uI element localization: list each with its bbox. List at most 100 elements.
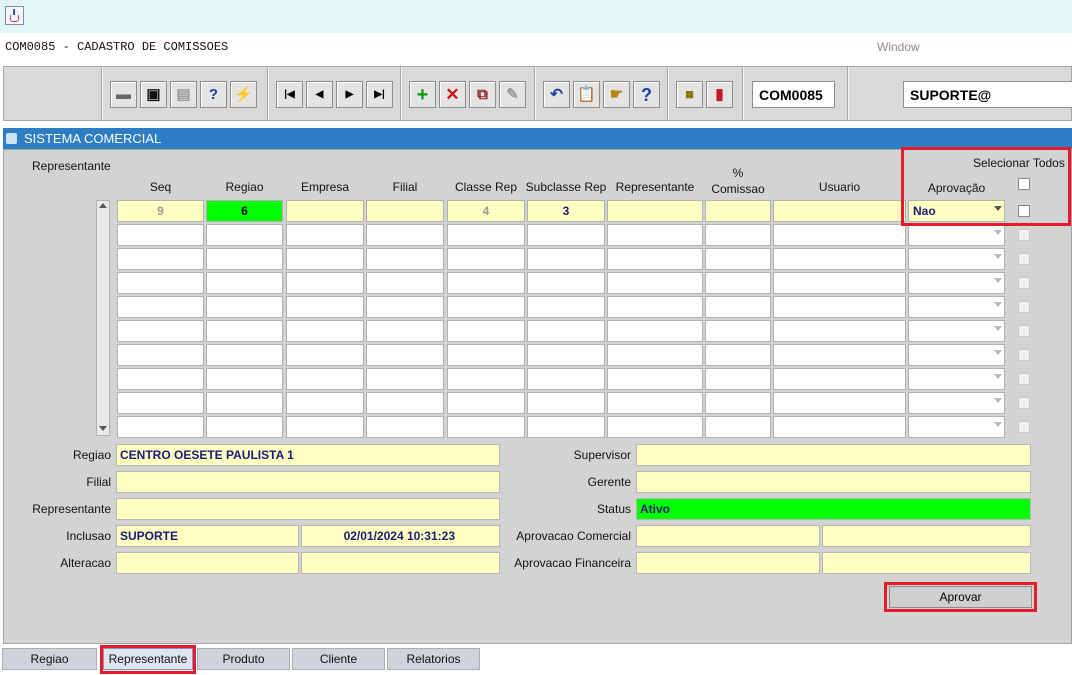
grid-cell-representante[interactable]	[607, 224, 703, 246]
row1-representante[interactable]	[607, 200, 703, 222]
grid-cell-empresa[interactable]	[286, 320, 364, 342]
row1-filial[interactable]	[366, 200, 444, 222]
grid-cell-classe-rep[interactable]	[447, 416, 525, 438]
grid-cell-regiao[interactable]	[206, 272, 283, 294]
grid-cell-regiao[interactable]	[206, 392, 283, 414]
grid-cell-aprovacao-select[interactable]	[908, 296, 1005, 318]
clipboard-button[interactable]: 📋	[573, 81, 600, 108]
grid-cell-filial[interactable]	[366, 320, 444, 342]
grid-cell-empresa[interactable]	[286, 248, 364, 270]
grid-cell-empresa[interactable]	[286, 344, 364, 366]
insert-record-button[interactable]: +	[409, 81, 436, 108]
status-field[interactable]: Ativo	[636, 498, 1031, 520]
grid-cell-empresa[interactable]	[286, 296, 364, 318]
alteracao-user-field[interactable]	[116, 552, 299, 574]
row1-usuario[interactable]	[773, 200, 906, 222]
grid-row-checkbox[interactable]	[1018, 301, 1030, 313]
save-button[interactable]: ▬	[110, 81, 137, 108]
grid-cell-subclasse-rep[interactable]	[527, 416, 605, 438]
aprovacao-comercial-date-field[interactable]	[822, 525, 1031, 547]
grid-cell-empresa[interactable]	[286, 392, 364, 414]
grid-cell-classe-rep[interactable]	[447, 320, 525, 342]
row1-comissao[interactable]	[705, 200, 771, 222]
next-record-button[interactable]: ▶	[336, 81, 363, 108]
alteracao-date-field[interactable]	[301, 552, 500, 574]
grid-cell-comissao[interactable]	[705, 344, 771, 366]
grid-cell-seq[interactable]	[117, 248, 204, 270]
inclusao-date-field[interactable]: 02/01/2024 10:31:23	[301, 525, 500, 547]
exit-button[interactable]: ▮	[706, 81, 733, 108]
grid-cell-usuario[interactable]	[773, 344, 906, 366]
grid-cell-regiao[interactable]	[206, 248, 283, 270]
tab-relatorios[interactable]: Relatorios	[387, 648, 480, 670]
grid-cell-filial[interactable]	[366, 368, 444, 390]
supervisor-field[interactable]	[636, 444, 1031, 466]
grid-cell-subclasse-rep[interactable]	[527, 368, 605, 390]
grid-cell-seq[interactable]	[117, 224, 204, 246]
grid-cell-subclasse-rep[interactable]	[527, 344, 605, 366]
grid-cell-representante[interactable]	[607, 248, 703, 270]
first-record-button[interactable]: |◀	[276, 81, 303, 108]
grid-cell-subclasse-rep[interactable]	[527, 296, 605, 318]
grid-cell-regiao[interactable]	[206, 224, 283, 246]
scroll-up-icon[interactable]	[99, 203, 107, 208]
grid-cell-comissao[interactable]	[705, 296, 771, 318]
clear-record-button[interactable]: ✎	[499, 81, 526, 108]
row1-classe-rep[interactable]: 4	[447, 200, 525, 222]
grid-scrollbar[interactable]	[96, 200, 110, 436]
grid-cell-representante[interactable]	[607, 392, 703, 414]
grid-cell-seq[interactable]	[117, 392, 204, 414]
grid-cell-usuario[interactable]	[773, 224, 906, 246]
grid-cell-aprovacao-select[interactable]	[908, 416, 1005, 438]
grid-cell-usuario[interactable]	[773, 416, 906, 438]
representante-field[interactable]	[116, 498, 500, 520]
grid-cell-aprovacao-select[interactable]	[908, 392, 1005, 414]
aprovacao-financeira-date-field[interactable]	[822, 552, 1031, 574]
grid-cell-usuario[interactable]	[773, 368, 906, 390]
duplicate-record-button[interactable]: ⧉	[469, 81, 496, 108]
grid-cell-empresa[interactable]	[286, 224, 364, 246]
row1-regiao[interactable]: 6	[206, 200, 283, 222]
grid-cell-filial[interactable]	[366, 344, 444, 366]
grid-cell-subclasse-rep[interactable]	[527, 224, 605, 246]
grid-cell-aprovacao-select[interactable]	[908, 272, 1005, 294]
hand-button[interactable]: ☛	[603, 81, 630, 108]
grid-cell-regiao[interactable]	[206, 416, 283, 438]
menu-window[interactable]: Window	[877, 40, 920, 54]
grid-row-checkbox[interactable]	[1018, 325, 1030, 337]
grid-cell-subclasse-rep[interactable]	[527, 248, 605, 270]
grid-row-checkbox[interactable]	[1018, 397, 1030, 409]
help-button[interactable]: ?	[633, 81, 660, 108]
grid-cell-regiao[interactable]	[206, 368, 283, 390]
grid-row-checkbox[interactable]	[1018, 253, 1030, 265]
aprovacao-financeira-user-field[interactable]	[636, 552, 820, 574]
grid-cell-classe-rep[interactable]	[447, 296, 525, 318]
grid-cell-aprovacao-select[interactable]	[908, 320, 1005, 342]
row1-subclasse-rep[interactable]: 3	[527, 200, 605, 222]
undo-button[interactable]: ↶	[543, 81, 570, 108]
menu-button[interactable]: ▦	[676, 81, 703, 108]
grid-cell-seq[interactable]	[117, 368, 204, 390]
scroll-down-icon[interactable]	[99, 426, 107, 431]
grid-cell-empresa[interactable]	[286, 368, 364, 390]
enter-query-button[interactable]: ?	[200, 81, 227, 108]
previous-record-button[interactable]: ◀	[306, 81, 333, 108]
gerente-field[interactable]	[636, 471, 1031, 493]
grid-cell-usuario[interactable]	[773, 392, 906, 414]
grid-cell-comissao[interactable]	[705, 368, 771, 390]
grid-cell-classe-rep[interactable]	[447, 272, 525, 294]
grid-cell-filial[interactable]	[366, 272, 444, 294]
grid-row-checkbox[interactable]	[1018, 373, 1030, 385]
grid-cell-filial[interactable]	[366, 224, 444, 246]
row1-seq[interactable]: 9	[117, 200, 204, 222]
grid-cell-filial[interactable]	[366, 392, 444, 414]
grid-cell-representante[interactable]	[607, 296, 703, 318]
execute-query-button[interactable]: ⚡	[230, 81, 257, 108]
grid-cell-filial[interactable]	[366, 296, 444, 318]
grid-cell-classe-rep[interactable]	[447, 368, 525, 390]
grid-cell-usuario[interactable]	[773, 272, 906, 294]
grid-cell-empresa[interactable]	[286, 272, 364, 294]
grid-cell-aprovacao-select[interactable]	[908, 248, 1005, 270]
grid-cell-aprovacao-select[interactable]	[908, 344, 1005, 366]
grid-cell-empresa[interactable]	[286, 416, 364, 438]
